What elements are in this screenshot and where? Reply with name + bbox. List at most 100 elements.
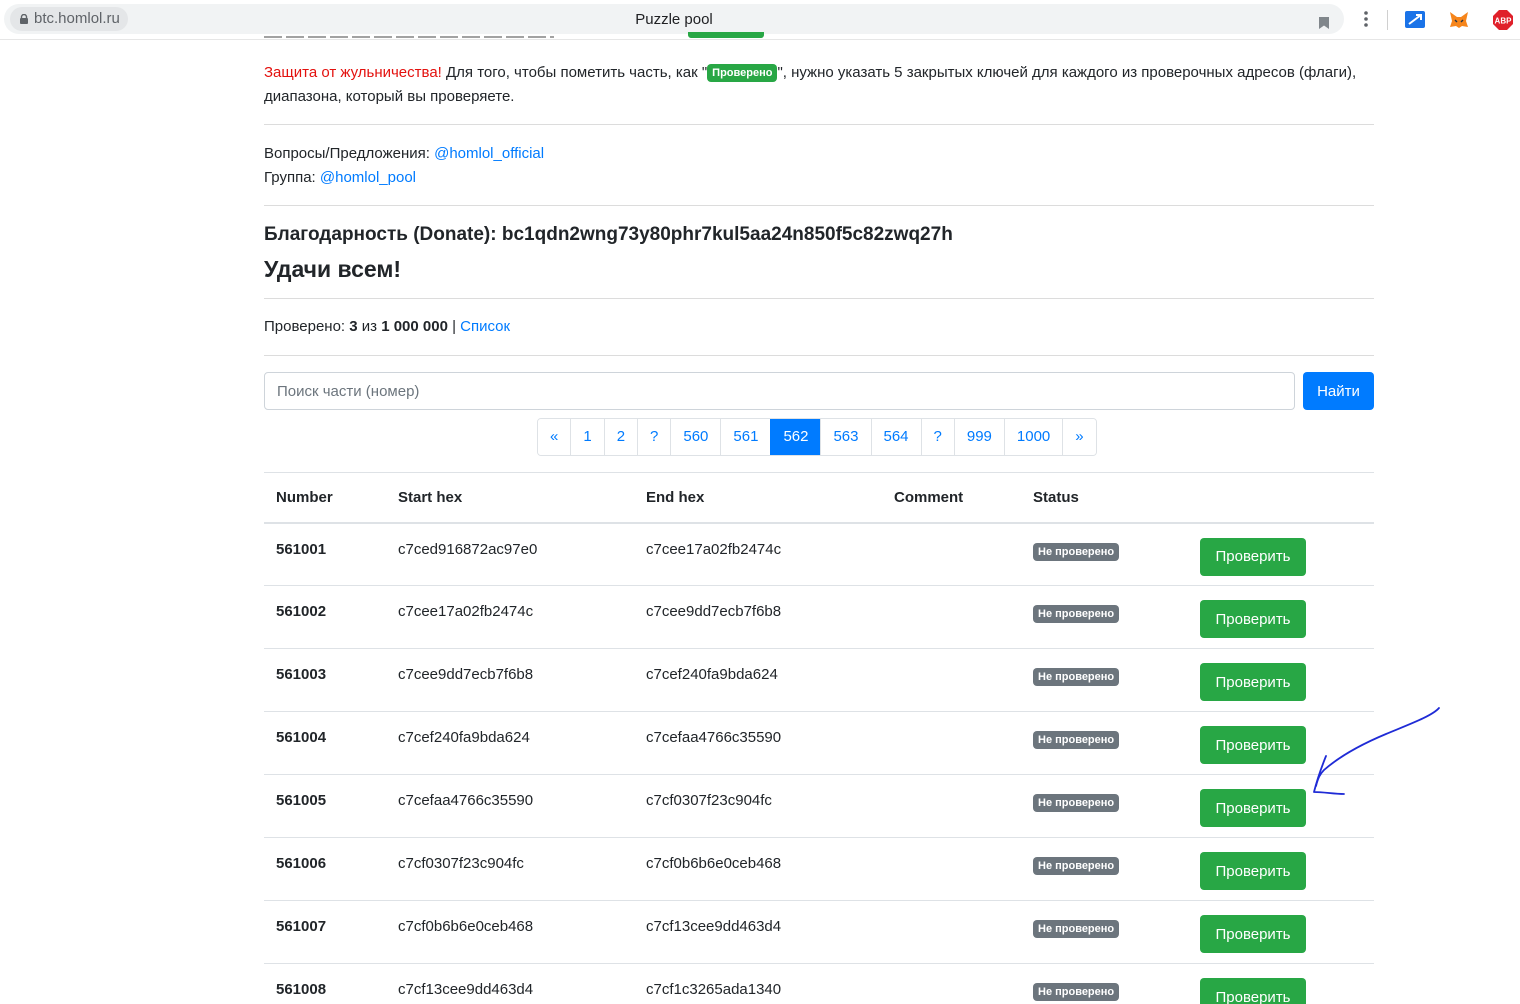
page-link[interactable]: »: [1062, 419, 1096, 455]
start-hex: c7cf0307f23c904fc: [386, 837, 634, 901]
table-row: 561003 c7cee9dd7ecb7f6b8 c7cef240fa9bda624…: [264, 648, 1374, 712]
table-row: 561008 c7cf13cee9dd463d4 c7cf1c3265ada1340…: [264, 963, 1374, 1004]
part-number: 561008: [264, 963, 386, 1004]
column-header: Comment: [882, 472, 1021, 524]
end-hex: c7cef240fa9bda624: [634, 648, 882, 712]
end-hex: c7cefaa4766c35590: [634, 711, 882, 775]
checked-count: 3: [349, 318, 358, 335]
check-button[interactable]: Проверить: [1200, 789, 1306, 827]
divider: [264, 205, 1374, 206]
check-button[interactable]: Проверить: [1200, 600, 1306, 638]
action-cell: Проверить: [1188, 963, 1374, 1004]
part-number: 561004: [264, 711, 386, 775]
toolbar-divider: [1387, 10, 1388, 30]
parts-table: Number Start hex End hex Comment Status …: [264, 472, 1374, 1004]
status-cell: Не проверено: [1021, 585, 1188, 649]
check-button[interactable]: Проверить: [1200, 852, 1306, 890]
page-link[interactable]: 2: [603, 419, 638, 455]
more-menu-icon[interactable]: [1358, 9, 1374, 29]
end-hex: c7cee17a02fb2474c: [634, 522, 882, 586]
table-row: 561004 c7cef240fa9bda624 c7cefaa4766c35590…: [264, 711, 1374, 775]
page-link[interactable]: 563: [820, 419, 871, 455]
status-badge: Не проверено: [1033, 668, 1120, 686]
start-hex: c7cf0b6b6e0ceb468: [386, 900, 634, 964]
page-link[interactable]: 999: [953, 419, 1004, 455]
tab-title: Puzzle pool: [635, 11, 713, 28]
divider: [264, 124, 1374, 125]
questions-label: Вопросы/Предложения:: [264, 145, 435, 162]
table-header-row: Number Start hex End hex Comment Status: [264, 472, 1374, 524]
comment-cell: [882, 648, 1021, 712]
action-cell: Проверить: [1188, 522, 1374, 586]
table-row: 561006 c7cf0307f23c904fc c7cf0b6b6e0ceb468…: [264, 837, 1374, 901]
part-number: 561006: [264, 837, 386, 901]
page-link[interactable]: 1000: [1003, 419, 1063, 455]
comment-cell: [882, 837, 1021, 901]
progress-of: из: [357, 318, 382, 335]
page-link[interactable]: 560: [670, 419, 721, 455]
check-button[interactable]: Проверить: [1200, 726, 1306, 764]
status-cell: Не проверено: [1021, 837, 1188, 901]
pool-group-link[interactable]: @homlol_pool: [320, 169, 416, 186]
donate-address: Благодарность (Donate): bc1qdn2wng73y80p…: [264, 224, 953, 245]
page-link[interactable]: 564: [870, 419, 921, 455]
annotation-arrow-icon: [1313, 707, 1440, 795]
status-badge: Не проверено: [1033, 542, 1120, 561]
notice-text-1: Для того, чтобы пометить часть, как ": [441, 64, 708, 81]
status-badge: Не проверено: [1033, 731, 1120, 749]
pagination: «1 2? 560 561 562 563 564? 999 1000»: [537, 418, 1097, 456]
metamask-fox-icon[interactable]: [1448, 9, 1470, 31]
start-hex: c7cef240fa9bda624: [386, 711, 634, 775]
table-row: 561002 c7cee17a02fb2474c c7cee9dd7ecb7f6b8…: [264, 585, 1374, 649]
table-row: 561007 c7cf0b6b6e0ceb468 c7cf13cee9dd463d4…: [264, 900, 1374, 964]
page-link[interactable]: 561: [720, 419, 771, 455]
divider: [264, 355, 1374, 356]
action-cell: Проверить: [1188, 585, 1374, 649]
page-link[interactable]: 1: [570, 419, 604, 455]
total-count: 1 000 000: [381, 318, 448, 335]
status-badge: Не проверено: [1033, 794, 1120, 812]
table-row: 561005 c7cefaa4766c35590 c7cf0307f23c904fc…: [264, 774, 1374, 838]
official-telegram-link[interactable]: @homlol_official: [434, 145, 544, 162]
part-search-input[interactable]: [264, 372, 1295, 410]
check-button[interactable]: Проверить: [1200, 663, 1306, 701]
comment-cell: [882, 711, 1021, 775]
column-header: Number: [264, 472, 386, 524]
status-cell: Не проверено: [1021, 774, 1188, 838]
table-row: 561001 c7ced916872ac97e0 c7cee17a02fb2474c…: [264, 522, 1374, 586]
column-header: Start hex: [386, 472, 634, 524]
adblock-plus-icon[interactable]: ABP: [1492, 9, 1514, 31]
part-number: 561007: [264, 900, 386, 964]
part-number: 561003: [264, 648, 386, 712]
bookmark-icon[interactable]: [1318, 16, 1330, 30]
page-link[interactable]: ?: [637, 419, 671, 455]
status-cell: Не проверено: [1021, 900, 1188, 964]
cast-extension-icon[interactable]: [1404, 9, 1426, 31]
comment-cell: [882, 963, 1021, 1004]
search-form: Найти: [264, 372, 1374, 410]
end-hex: c7cf0307f23c904fc: [634, 774, 882, 838]
status-cell: Не проверено: [1021, 522, 1188, 586]
start-hex: c7cf13cee9dd463d4: [386, 963, 634, 1004]
good-luck-heading: Удачи всем!: [264, 256, 402, 282]
check-button[interactable]: Проверить: [1200, 978, 1306, 1004]
check-button[interactable]: Проверить: [1200, 537, 1306, 576]
start-hex: c7cee17a02fb2474c: [386, 585, 634, 649]
page-link[interactable]: 562: [770, 419, 821, 455]
column-header: End hex: [634, 472, 882, 524]
comment-cell: [882, 900, 1021, 964]
search-button[interactable]: Найти: [1303, 372, 1374, 410]
progress-label: Проверено:: [264, 318, 350, 335]
address-bar[interactable]: btc.homlol.ru Puzzle pool: [4, 4, 1344, 34]
status-badge: Не проверено: [1033, 605, 1120, 623]
status-badge: Не проверено: [1033, 983, 1120, 1001]
action-cell: Проверить: [1188, 837, 1374, 901]
check-button[interactable]: Проверить: [1200, 915, 1306, 953]
start-hex: c7cefaa4766c35590: [386, 774, 634, 838]
status-badge: Не проверено: [1033, 920, 1120, 938]
list-link[interactable]: Список: [460, 318, 510, 335]
start-hex: c7cee9dd7ecb7f6b8: [386, 648, 634, 712]
status-cell: Не проверено: [1021, 963, 1188, 1004]
page-link[interactable]: ?: [920, 419, 954, 455]
page-link[interactable]: «: [538, 419, 571, 455]
